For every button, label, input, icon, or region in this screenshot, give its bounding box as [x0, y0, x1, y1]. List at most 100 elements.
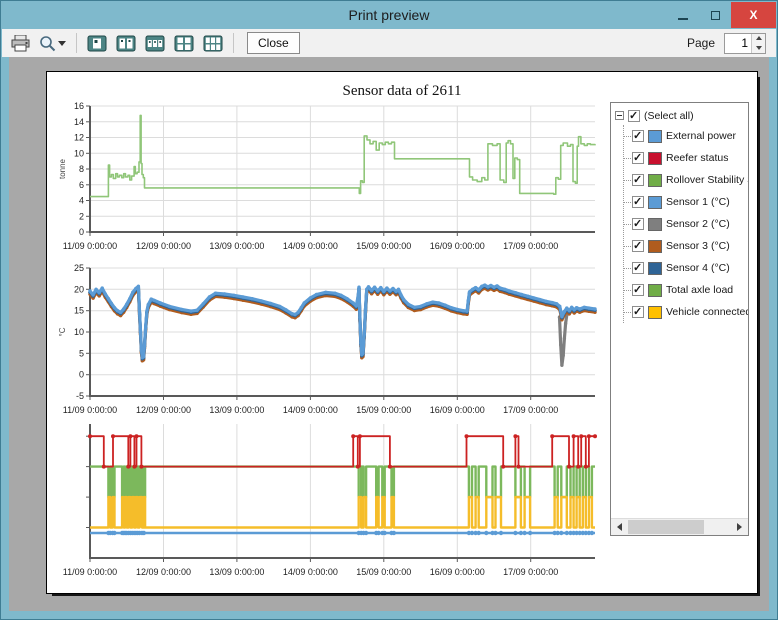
two-page-view-button[interactable] — [113, 31, 139, 55]
svg-text:17/09 0:00:00: 17/09 0:00:00 — [503, 241, 558, 251]
svg-text:15: 15 — [74, 306, 84, 316]
two-page-view-icon — [116, 35, 136, 52]
legend-item-label: Sensor 3 (°C) — [666, 240, 730, 252]
svg-text:16: 16 — [74, 101, 84, 111]
svg-text:8: 8 — [79, 164, 84, 174]
legend-item-checkbox[interactable] — [632, 152, 644, 164]
close-window-button[interactable]: X — [731, 2, 776, 28]
legend-item-checkbox[interactable] — [632, 196, 644, 208]
maximize-icon — [711, 11, 720, 20]
legend-select-all-row[interactable]: (Select all) — [611, 103, 748, 125]
svg-text:12/09 0:00:00: 12/09 0:00:00 — [136, 405, 191, 415]
legend-item[interactable]: Sensor 3 (°C) — [624, 235, 748, 257]
svg-text:14/09 0:00:00: 14/09 0:00:00 — [283, 567, 338, 577]
legend-item-label: Reefer status — [666, 152, 728, 164]
legend-color-swatch — [648, 284, 662, 297]
legend-item-checkbox[interactable] — [632, 262, 644, 274]
spin-up-icon — [756, 36, 762, 40]
svg-text:17/09 0:00:00: 17/09 0:00:00 — [503, 405, 558, 415]
legend-color-swatch — [648, 218, 662, 231]
legend-item[interactable]: Vehicle connected — [624, 301, 748, 323]
zoom-button[interactable] — [35, 32, 69, 54]
toolbar-separator — [233, 33, 234, 53]
six-page-view-icon — [203, 35, 223, 52]
legend-item-checkbox[interactable] — [632, 240, 644, 252]
svg-text:17/09 0:00:00: 17/09 0:00:00 — [503, 567, 558, 577]
legend-color-swatch — [648, 240, 662, 253]
scroll-right-button[interactable] — [731, 519, 748, 536]
chart-axle-load: 11/09 0:00:0012/09 0:00:0013/09 0:00:001… — [57, 100, 607, 263]
legend-item-checkbox[interactable] — [632, 174, 644, 186]
legend-color-swatch — [648, 174, 662, 187]
toolbar: Close Page — [2, 29, 776, 57]
legend-item[interactable]: Rollover Stability Support — [624, 169, 748, 191]
svg-text:2: 2 — [79, 211, 84, 221]
legend-item-label: Rollover Stability Support — [666, 174, 748, 186]
zoom-dropdown-arrow-icon[interactable] — [58, 41, 66, 46]
legend-item-checkbox[interactable] — [632, 218, 644, 230]
chart-digital-signals: 11/09 0:00:0012/09 0:00:0013/09 0:00:001… — [57, 418, 607, 589]
legend-item-checkbox[interactable] — [632, 284, 644, 296]
legend-item[interactable]: Sensor 1 (°C) — [624, 191, 748, 213]
svg-text:14: 14 — [74, 117, 84, 127]
legend-item-checkbox[interactable] — [632, 306, 644, 318]
legend-color-swatch — [648, 262, 662, 275]
print-preview-window: Print preview X — [0, 0, 778, 620]
spin-down-icon — [756, 46, 762, 50]
svg-text:13/09 0:00:00: 13/09 0:00:00 — [209, 405, 264, 415]
svg-text:11/09 0:00:00: 11/09 0:00:00 — [63, 241, 117, 251]
svg-text:4: 4 — [79, 196, 84, 206]
four-page-view-button[interactable] — [171, 31, 197, 55]
legend-horizontal-scrollbar[interactable] — [611, 518, 748, 535]
svg-text:11/09 0:00:00: 11/09 0:00:00 — [63, 567, 117, 577]
window-controls: X — [667, 2, 776, 28]
six-page-view-button[interactable] — [200, 31, 226, 55]
svg-text:25: 25 — [74, 263, 84, 273]
svg-text:16/09 0:00:00: 16/09 0:00:00 — [430, 405, 485, 415]
toolbar-separator — [76, 33, 77, 53]
legend-panel: (Select all) External power Reefer status… — [610, 102, 749, 536]
minimize-icon — [678, 18, 688, 20]
legend-color-swatch — [648, 196, 662, 209]
collapse-icon[interactable] — [615, 111, 624, 120]
svg-text:15/09 0:00:00: 15/09 0:00:00 — [356, 567, 411, 577]
svg-text:-5: -5 — [76, 391, 84, 401]
maximize-button[interactable] — [699, 2, 731, 28]
svg-text:5: 5 — [79, 348, 84, 358]
page-title: Sensor data of 2611 — [47, 83, 757, 100]
legend-item[interactable]: Total axle load — [624, 279, 748, 301]
legend-item[interactable]: Reefer status — [624, 147, 748, 169]
four-page-view-icon — [174, 35, 194, 52]
legend-color-swatch — [648, 152, 662, 165]
legend-item[interactable]: Sensor 4 (°C) — [624, 257, 748, 279]
window-title: Print preview — [2, 7, 776, 23]
scrollbar-track[interactable] — [628, 519, 731, 535]
one-page-view-button[interactable] — [84, 31, 110, 55]
print-icon — [11, 35, 30, 52]
svg-text:13/09 0:00:00: 13/09 0:00:00 — [209, 241, 264, 251]
legend-item-label: Sensor 2 (°C) — [666, 218, 730, 230]
print-button[interactable] — [8, 32, 32, 54]
zoom-icon — [39, 35, 56, 52]
minimize-button[interactable] — [667, 2, 699, 28]
legend-item-checkbox[interactable] — [632, 130, 644, 142]
svg-text:6: 6 — [79, 180, 84, 190]
svg-text:20: 20 — [74, 284, 84, 294]
svg-text:12: 12 — [74, 133, 84, 143]
legend-item[interactable]: Sensor 2 (°C) — [624, 213, 748, 235]
scrollbar-thumb[interactable] — [628, 520, 704, 534]
page-label: Page — [687, 36, 715, 50]
close-preview-button[interactable]: Close — [247, 32, 300, 54]
page-down-button[interactable] — [752, 43, 765, 53]
page-number-input[interactable] — [725, 34, 751, 53]
one-page-view-icon — [87, 35, 107, 52]
legend-item[interactable]: External power — [624, 125, 748, 147]
svg-text:16/09 0:00:00: 16/09 0:00:00 — [430, 567, 485, 577]
page-up-button[interactable] — [752, 34, 765, 44]
three-page-view-button[interactable] — [142, 31, 168, 55]
select-all-checkbox[interactable] — [628, 110, 640, 122]
three-page-view-icon — [145, 35, 165, 52]
select-all-label: (Select all) — [644, 110, 694, 122]
scroll-right-icon — [737, 523, 742, 531]
scroll-left-button[interactable] — [611, 519, 628, 536]
